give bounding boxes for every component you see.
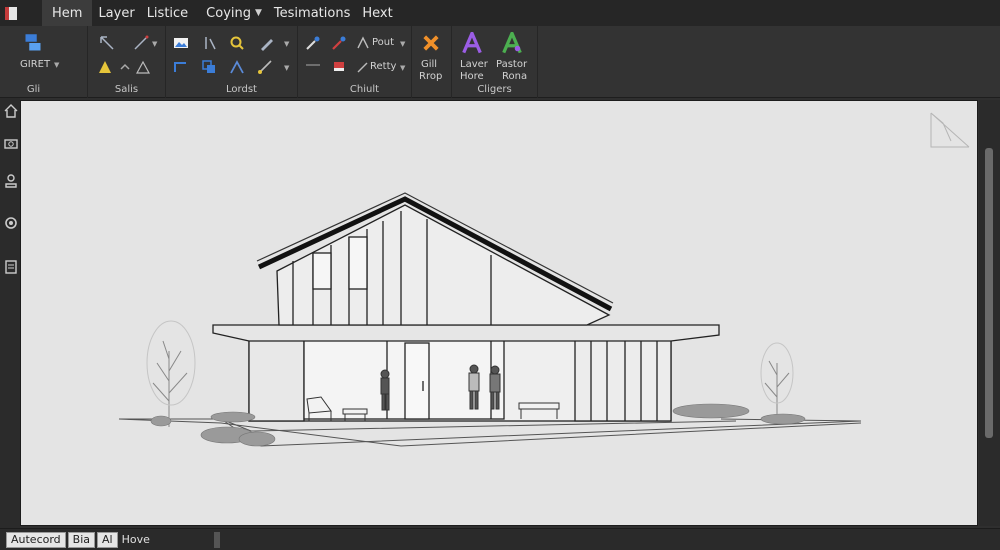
search-icon[interactable] xyxy=(228,34,246,52)
camera-icon[interactable] xyxy=(2,134,20,152)
copy-icon[interactable] xyxy=(200,58,218,76)
ribbon-group-gill: Gill Rrop xyxy=(412,26,452,98)
ribbon: GIRET ▼ Gli ▼ Salis ▼ ▼ Lordst Pout ▼ Re… xyxy=(0,26,1000,98)
menu-tab-coying[interactable]: Coying ▼ xyxy=(200,0,268,26)
pout-icon[interactable] xyxy=(354,34,372,52)
ribbon-group-label: Chiult xyxy=(349,84,380,95)
chevron-down-icon[interactable]: ▼ xyxy=(400,40,405,48)
status-hove[interactable]: Hove xyxy=(118,532,154,548)
annotate-icon[interactable] xyxy=(500,31,524,55)
menu-tab-layer[interactable]: Layer xyxy=(92,0,140,26)
tree-right xyxy=(760,342,794,415)
close-icon[interactable] xyxy=(420,32,442,54)
layers-icon[interactable] xyxy=(22,32,44,54)
settings-icon[interactable] xyxy=(2,214,20,232)
menu-tab-listice[interactable]: Listice xyxy=(141,0,194,26)
pencil-icon[interactable] xyxy=(258,34,276,52)
ribbon-group-lordst: ▼ ▼ Lordst xyxy=(166,26,298,98)
menu-tab-home[interactable]: Hem xyxy=(42,0,93,26)
house-building xyxy=(212,192,720,422)
chevron-down-icon[interactable]: ▼ xyxy=(284,40,289,48)
hore-label[interactable]: Hore xyxy=(460,71,484,82)
chevron-down-icon[interactable]: ▼ xyxy=(400,64,405,72)
ribbon-group-gli: GIRET ▼ Gli xyxy=(0,26,88,98)
brush-icon[interactable] xyxy=(256,58,274,76)
viewcube-icon[interactable] xyxy=(930,112,970,148)
vertical-scrollbar[interactable] xyxy=(979,100,1000,526)
document-icon[interactable] xyxy=(2,258,20,276)
menu-tab-coying-label: Coying xyxy=(206,5,251,21)
ribbon-group-cligers: Laver Hore Pastor Rona Cligers xyxy=(452,26,538,98)
chevron-down-icon[interactable]: ▼ xyxy=(152,40,157,48)
ribbon-group-salis: ▼ Salis xyxy=(88,26,166,98)
image-icon[interactable] xyxy=(172,34,190,52)
polyline-icon[interactable] xyxy=(134,58,152,76)
home-icon[interactable] xyxy=(2,102,20,120)
angle-icon[interactable] xyxy=(228,58,246,76)
left-toolbar xyxy=(0,98,20,528)
ribbon-group-chiult: Pout ▼ Retty ▼ Chiult xyxy=(298,26,412,98)
chevron-down-icon[interactable]: ▼ xyxy=(284,64,289,72)
tree-left xyxy=(146,320,196,427)
rectangle-icon[interactable] xyxy=(172,58,190,76)
line-draw-icon[interactable] xyxy=(132,34,150,52)
line-weight-icon[interactable] xyxy=(304,56,322,74)
status-al[interactable]: Al xyxy=(97,531,118,548)
eraser-icon[interactable] xyxy=(330,56,348,74)
menu-tab-hext[interactable]: Hext xyxy=(356,0,398,26)
rrop-label[interactable]: Rrop xyxy=(419,71,442,82)
ribbon-group-label: Cligers xyxy=(477,84,512,95)
status-autecord[interactable]: Autecord xyxy=(6,531,66,548)
gill-label[interactable]: Gill xyxy=(421,59,437,70)
chevron-down-icon[interactable]: ▼ xyxy=(255,8,262,18)
text-style-icon[interactable] xyxy=(460,31,484,55)
house-drawing xyxy=(118,112,970,447)
chevron-down-icon[interactable]: ▼ xyxy=(54,61,59,69)
laver-label[interactable]: Laver xyxy=(460,59,488,70)
user-icon[interactable] xyxy=(2,172,20,190)
autocad-window: Hem Layer Listice Coying ▼ Tesimations He… xyxy=(0,0,1000,550)
status-divider xyxy=(213,531,220,548)
pout-label[interactable]: Pout xyxy=(372,37,394,48)
eyedropper-icon[interactable] xyxy=(304,34,322,52)
measure-icon[interactable] xyxy=(202,34,220,52)
app-logo[interactable] xyxy=(0,0,22,26)
ribbon-group-label: Gli xyxy=(26,84,41,95)
retty-label[interactable]: Retty xyxy=(370,61,396,72)
status-bia[interactable]: Bia xyxy=(67,531,96,548)
select-window-icon[interactable] xyxy=(98,34,116,52)
status-bar: Autecord Bia Al Hove xyxy=(0,528,1000,550)
drawing-canvas[interactable] xyxy=(20,100,978,526)
ribbon-group-label: Lordst xyxy=(226,84,257,95)
pastor-label[interactable]: Pastor xyxy=(496,59,527,70)
scrollbar-thumb[interactable] xyxy=(985,148,993,438)
rona-label[interactable]: Rona xyxy=(502,71,527,82)
caret-icon[interactable] xyxy=(116,58,134,76)
ribbon-group-label: Salis xyxy=(114,84,139,95)
giret-button-label[interactable]: GIRET xyxy=(20,59,50,70)
menu-bar: Hem Layer Listice Coying ▼ Tesimations He… xyxy=(0,0,1000,26)
marker-icon[interactable] xyxy=(330,34,348,52)
menu-tab-tesimations[interactable]: Tesimations xyxy=(268,0,356,26)
triangle-icon[interactable] xyxy=(96,58,114,76)
